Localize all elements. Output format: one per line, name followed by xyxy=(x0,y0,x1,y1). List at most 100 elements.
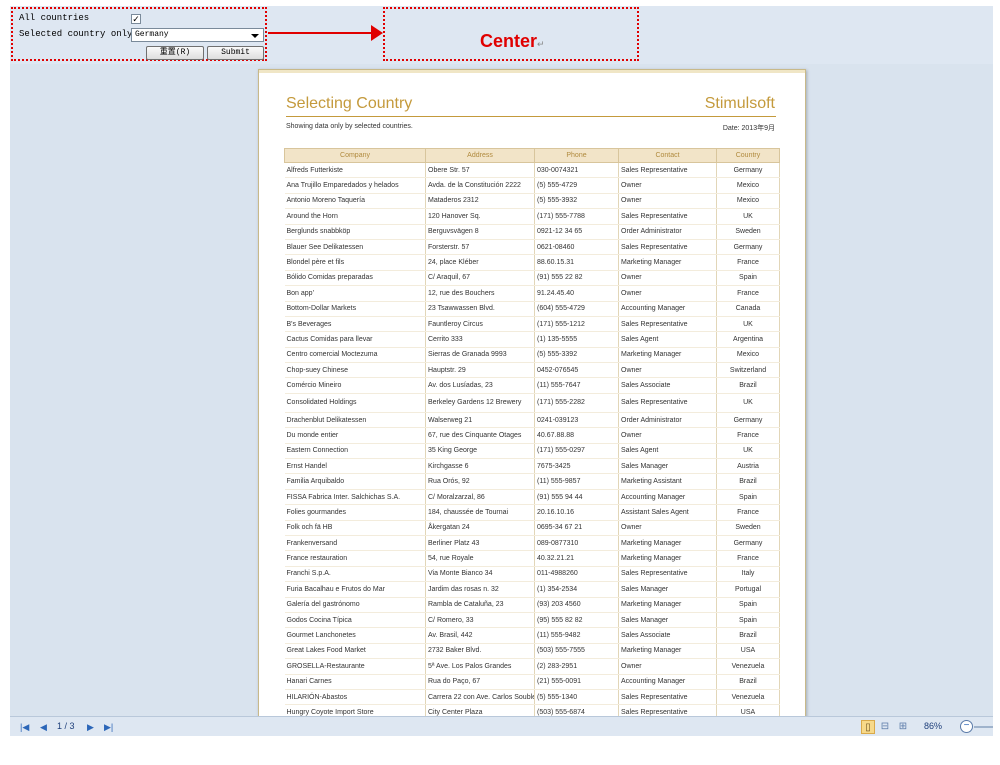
table-cell-country: UK xyxy=(716,316,780,333)
table-cell-country: France xyxy=(716,254,780,271)
previous-page-icon[interactable]: ◀ xyxy=(40,722,47,732)
table-row: Berglunds snabbköp Berguvsvägen 8 0921-12 … xyxy=(284,224,780,240)
reset-button[interactable]: 重置(R) xyxy=(146,46,204,60)
table-cell-contact: Sales Representative xyxy=(618,704,717,716)
table-cell-company: Ana Trujillo Emparedados y helados xyxy=(284,177,426,194)
table-cell-address: Berguvsvägen 8 xyxy=(425,224,535,240)
last-page-icon[interactable]: ▶| xyxy=(104,722,113,732)
table-cell-company: Alfreds Futterkiste xyxy=(284,162,426,179)
report-title: Selecting Country xyxy=(286,95,413,112)
table-cell-address: Sierras de Granada 9993 xyxy=(425,347,535,364)
table-cell-country: UK xyxy=(716,208,780,225)
all-countries-checkbox[interactable]: ✓ xyxy=(131,14,141,24)
report-viewer-app: All countries ✓ Selected country only Ge… xyxy=(10,6,993,736)
table-cell-address: 120 Hanover Sq. xyxy=(425,208,535,225)
table-cell-phone: (11) 555-9857 xyxy=(534,473,619,490)
table-row: Furia Bacalhau e Frutos do Mar Jardim das… xyxy=(284,581,780,598)
table-cell-address: Rua do Paço, 67 xyxy=(425,674,535,690)
table-cell-phone: (91) 555 94 44 xyxy=(534,489,619,506)
table-row: Around the Horn 120 Hanover Sq. (171) 555-… xyxy=(284,208,780,225)
table-cell-phone: 011-4988260 xyxy=(534,566,619,583)
table-cell-country: Canada xyxy=(716,301,780,317)
table-cell-company: Galería del gastrónomo xyxy=(284,597,426,613)
table-cell-contact: Sales Representative xyxy=(618,162,717,179)
table-cell-contact: Assistant Sales Agent xyxy=(618,504,717,521)
table-cell-company: Antonio Moreno Taquería xyxy=(284,193,426,210)
center-annotation-label: Center↵ xyxy=(480,31,545,52)
country-select[interactable]: Germany xyxy=(131,28,264,42)
table-cell-phone: (5) 555-4729 xyxy=(534,177,619,194)
table-cell-country: UK xyxy=(716,443,780,460)
table-cell-address: Kirchgasse 6 xyxy=(425,458,535,475)
zoom-level: 86% xyxy=(924,721,943,731)
table-cell-country: Germany xyxy=(716,535,780,552)
zoom-slider[interactable] xyxy=(974,726,993,728)
table-cell-phone: 0452-076545 xyxy=(534,362,619,379)
table-row: Eastern Connection 35 King George (171) 55… xyxy=(284,443,780,460)
table-cell-company: France restauration xyxy=(284,550,426,567)
zoom-out-icon[interactable]: − xyxy=(960,720,973,733)
table-cell-address: Avda. de la Constitución 2222 xyxy=(425,177,535,194)
table-row: Blondel père et fils 24, place Kléber 88.6… xyxy=(284,254,780,271)
table-row: Great Lakes Food Market 2732 Baker Blvd.(… xyxy=(284,643,780,660)
table-row: GROSELLA-Restaurante 5ª Ave. Los Palos Gr… xyxy=(284,658,780,675)
table-cell-company: Bon app' xyxy=(284,285,426,302)
table-header-row: Company Address Phone Contact Country xyxy=(284,148,780,163)
table-row: France restauration 54, rue Royale 40.32.2… xyxy=(284,550,780,567)
table-cell-phone: (93) 203 4560 xyxy=(534,597,619,613)
status-bar: |◀ ◀ 1 / 3 ▶ ▶| ▯ ⊟ ⊞ 86% − xyxy=(10,716,993,736)
table-cell-country: USA xyxy=(716,704,780,716)
table-cell-address: Obere Str. 57 xyxy=(425,162,535,179)
table-cell-country: Switzerland xyxy=(716,362,780,379)
table-row: Antonio Moreno Taquería Mataderos 2312 (5)… xyxy=(284,193,780,210)
table-cell-address: Jardim das rosas n. 32 xyxy=(425,581,535,598)
table-cell-country: France xyxy=(716,550,780,567)
report-preview-area[interactable]: Selecting Country Stimulsoft Showing dat… xyxy=(10,64,993,716)
parameters-panel: All countries ✓ Selected country only Ge… xyxy=(10,6,993,64)
table-cell-contact: Owner xyxy=(618,177,717,194)
table-cell-phone: (21) 555-0091 xyxy=(534,674,619,690)
table-row: Ernst Handel Kirchgasse 6 7675-3425 Sales M… xyxy=(284,458,780,475)
table-cell-contact: Accounting Manager xyxy=(618,489,717,506)
submit-button[interactable]: Submit xyxy=(207,46,264,60)
table-cell-phone: 0621-08460 xyxy=(534,239,619,256)
table-cell-phone: (11) 555-7647 xyxy=(534,377,619,394)
table-cell-country: Germany xyxy=(716,162,780,179)
table-row: Bólido Comidas preparadas C/ Araquil, 67(… xyxy=(284,270,780,287)
table-cell-phone: 0695-34 67 21 xyxy=(534,520,619,536)
table-cell-address: C/ Moralzarzal, 86 xyxy=(425,489,535,506)
table-row: Gourmet Lanchonetes Av. Brasil, 442 (11) 5… xyxy=(284,627,780,644)
table-cell-phone: (91) 555 22 82 xyxy=(534,270,619,287)
single-page-view-icon[interactable]: ▯ xyxy=(861,720,875,734)
table-cell-company: Blondel père et fils xyxy=(284,254,426,271)
table-cell-country: USA xyxy=(716,643,780,660)
page-top-border xyxy=(259,70,805,73)
table-row: Comércio Mineiro Av. dos Lusíadas, 23 (11)… xyxy=(284,377,780,394)
table-cell-address: Av. Brasil, 442 xyxy=(425,627,535,644)
report-subtitle: Showing data only by selected countries. xyxy=(286,123,413,130)
table-row: HILARIÓN-Abastos Carrera 22 con Ave. Carl… xyxy=(284,689,780,706)
next-page-icon[interactable]: ▶ xyxy=(87,722,94,732)
continuous-view-icon[interactable]: ⊟ xyxy=(878,720,892,734)
table-cell-address: 2732 Baker Blvd. xyxy=(425,643,535,660)
first-page-icon[interactable]: |◀ xyxy=(20,722,29,732)
table-cell-company: B's Beverages xyxy=(284,316,426,333)
table-row: Du monde entier 67, rue des Cinquante Ota… xyxy=(284,427,780,444)
table-cell-contact: Owner xyxy=(618,285,717,302)
table-cell-contact: Sales Representative xyxy=(618,393,717,413)
table-cell-contact: Accounting Manager xyxy=(618,674,717,690)
table-cell-phone: 40.32.21.21 xyxy=(534,550,619,567)
table-row: Cactus Comidas para llevar Cerrito 333 (1)… xyxy=(284,331,780,348)
table-row: Drachenblut Delikatessen Walserweg 21 0241… xyxy=(284,412,780,429)
table-row: Franchi S.p.A. Via Monte Bianco 34 011-498… xyxy=(284,566,780,583)
table-cell-address: Av. dos Lusíadas, 23 xyxy=(425,377,535,394)
multi-page-view-icon[interactable]: ⊞ xyxy=(896,720,910,734)
table-cell-address: Mataderos 2312 xyxy=(425,193,535,210)
column-header-country: Country xyxy=(716,148,780,163)
table-row: Folk och fä HB Åkergatan 24 0695-34 67 21 O… xyxy=(284,520,780,536)
table-cell-address: C/ Romero, 33 xyxy=(425,612,535,629)
table-cell-contact: Marketing Manager xyxy=(618,254,717,271)
table-cell-contact: Owner xyxy=(618,658,717,675)
table-row: Blauer See Delikatessen Forsterstr. 57 062… xyxy=(284,239,780,256)
table-cell-country: Mexico xyxy=(716,193,780,210)
